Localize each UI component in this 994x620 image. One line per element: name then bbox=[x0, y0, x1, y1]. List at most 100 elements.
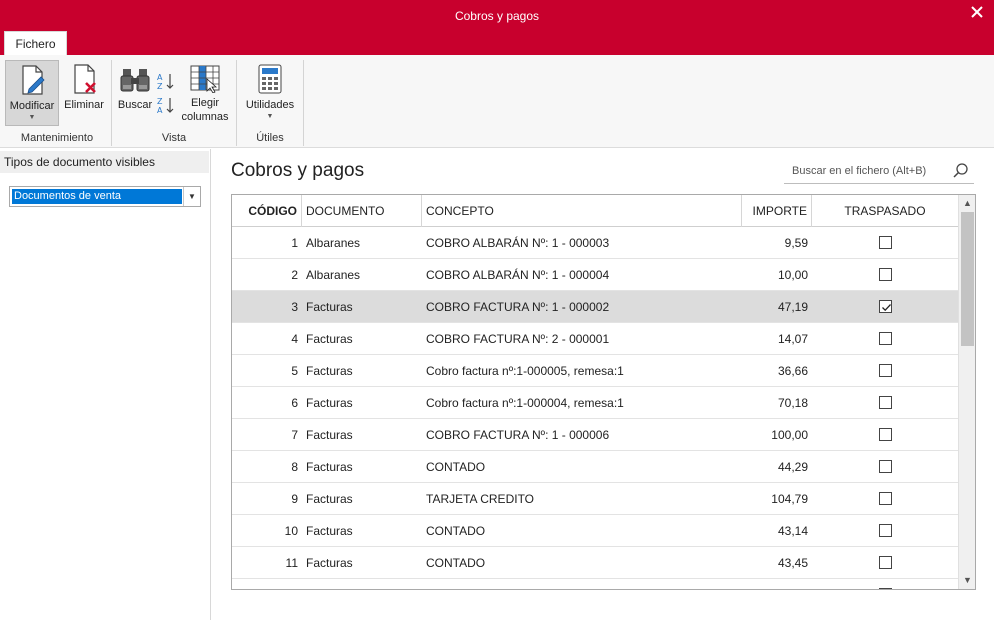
search-placeholder: Buscar en el fichero (Alt+B) bbox=[792, 165, 927, 177]
table-row[interactable]: 8 Facturas CONTADO 44,29 bbox=[232, 451, 958, 483]
col-documento[interactable]: DOCUMENTO bbox=[302, 195, 422, 227]
delete-document-icon bbox=[74, 64, 96, 94]
cell-documento: Facturas bbox=[306, 492, 353, 506]
document-type-value: Documentos de venta bbox=[12, 189, 182, 204]
traspasado-checkbox[interactable] bbox=[879, 300, 892, 313]
table-row[interactable] bbox=[232, 579, 958, 589]
columns-icon bbox=[190, 65, 220, 94]
elegir-columnas-button[interactable]: Elegir columnas bbox=[179, 60, 231, 130]
utilidades-label: Utilidades bbox=[245, 99, 295, 111]
cell-concepto: COBRO ALBARÁN Nº: 1 - 000003 bbox=[426, 236, 610, 250]
eliminar-button[interactable]: Eliminar bbox=[62, 60, 106, 126]
document-type-select[interactable]: Documentos de venta ▼ bbox=[9, 186, 201, 207]
ribbon: Modificar ▼ Eliminar Mantenimiento Busca… bbox=[0, 55, 994, 148]
col-concepto[interactable]: CONCEPTO bbox=[422, 195, 742, 227]
cell-codigo: 6 bbox=[291, 396, 298, 410]
table-row[interactable]: 6 Facturas Cobro factura nº:1-000004, reme… bbox=[232, 387, 958, 419]
title-bar: Cobros y pagos bbox=[0, 0, 994, 31]
panel-header: Tipos de documento visibles bbox=[0, 151, 209, 173]
col-importe[interactable]: IMPORTE bbox=[742, 195, 812, 227]
col-codigo[interactable]: CÓDIGO bbox=[232, 195, 302, 227]
cell-importe: 44,29 bbox=[777, 460, 808, 474]
traspasado-checkbox[interactable] bbox=[879, 364, 892, 377]
cell-importe: 36,66 bbox=[777, 364, 808, 378]
search-icon[interactable] bbox=[952, 162, 970, 180]
utilidades-button[interactable]: Utilidades ▼ bbox=[241, 60, 299, 126]
cell-codigo: 9 bbox=[291, 492, 298, 506]
table-row[interactable]: 4 Facturas COBRO FACTURA Nº: 2 - 000001 14,… bbox=[232, 323, 958, 355]
cell-concepto: TARJETA CREDITO bbox=[426, 492, 535, 506]
traspasado-checkbox[interactable] bbox=[879, 460, 892, 473]
chevron-down-icon[interactable]: ▼ bbox=[183, 187, 200, 206]
traspasado-checkbox[interactable] bbox=[879, 332, 892, 345]
traspasado-checkbox[interactable] bbox=[879, 588, 892, 589]
cell-importe: 43,45 bbox=[777, 556, 808, 570]
columnas-label: columnas bbox=[181, 111, 229, 123]
table-row[interactable]: 5 Facturas Cobro factura nº:1-000005, reme… bbox=[232, 355, 958, 387]
cell-codigo: 5 bbox=[291, 364, 298, 378]
traspasado-checkbox[interactable] bbox=[879, 428, 892, 441]
scroll-up-icon[interactable]: ▲ bbox=[959, 195, 975, 212]
table-row[interactable]: 9 Facturas TARJETA CREDITO 104,79 bbox=[232, 483, 958, 515]
buscar-label: Buscar bbox=[117, 99, 153, 111]
cell-documento: Facturas bbox=[306, 332, 353, 346]
cell-importe: 14,07 bbox=[777, 332, 808, 346]
cell-documento: Albaranes bbox=[306, 236, 361, 250]
cell-importe: 70,18 bbox=[777, 396, 808, 410]
modificar-button[interactable]: Modificar ▼ bbox=[5, 60, 59, 126]
cell-codigo: 4 bbox=[291, 332, 298, 346]
cell-codigo: 2 bbox=[291, 268, 298, 282]
svg-text:A: A bbox=[157, 106, 163, 115]
ribbon-tabbar: Fichero bbox=[0, 31, 994, 55]
svg-text:Z: Z bbox=[157, 97, 163, 106]
edit-document-icon bbox=[22, 65, 45, 95]
chevron-down-icon: ▼ bbox=[28, 114, 36, 121]
cell-documento: Facturas bbox=[306, 460, 353, 474]
traspasado-checkbox[interactable] bbox=[879, 556, 892, 569]
table-row[interactable]: 3 Facturas COBRO FACTURA Nº: 1 - 000002 47,… bbox=[232, 291, 958, 323]
table-row[interactable]: 1 Albaranes COBRO ALBARÁN Nº: 1 - 000003 9,… bbox=[232, 227, 958, 259]
cell-documento: Facturas bbox=[306, 524, 353, 538]
window-title: Cobros y pagos bbox=[454, 9, 540, 23]
cell-concepto: CONTADO bbox=[426, 460, 486, 474]
traspasado-checkbox[interactable] bbox=[879, 268, 892, 281]
group-separator bbox=[303, 60, 304, 146]
cell-importe: 47,19 bbox=[777, 300, 808, 314]
search-input[interactable]: Buscar en el fichero (Alt+B) bbox=[784, 157, 974, 184]
svg-text:Z: Z bbox=[157, 82, 163, 91]
vertical-scrollbar[interactable]: ▲ ▼ bbox=[958, 195, 975, 589]
sort-ascending-icon[interactable]: A Z bbox=[156, 71, 176, 91]
traspasado-checkbox[interactable] bbox=[879, 524, 892, 537]
traspasado-checkbox[interactable] bbox=[879, 492, 892, 505]
cell-importe: 100,00 bbox=[771, 428, 808, 442]
sort-descending-icon[interactable]: Z A bbox=[156, 95, 176, 115]
scroll-thumb[interactable] bbox=[961, 212, 974, 346]
left-panel: Tipos de documento visibles Documentos d… bbox=[0, 149, 211, 620]
svg-text:A: A bbox=[157, 73, 163, 82]
calculator-icon bbox=[258, 64, 282, 94]
cell-concepto: COBRO FACTURA Nº: 1 - 000006 bbox=[426, 428, 610, 442]
cell-documento: Facturas bbox=[306, 428, 353, 442]
cell-codigo: 1 bbox=[291, 236, 298, 250]
close-icon[interactable] bbox=[968, 3, 986, 21]
scroll-down-icon[interactable]: ▼ bbox=[959, 572, 975, 589]
cell-importe: 9,59 bbox=[784, 236, 808, 250]
cell-importe: 104,79 bbox=[771, 492, 808, 506]
col-traspasado[interactable]: TRASPASADO bbox=[812, 195, 958, 227]
table-row[interactable]: 10 Facturas CONTADO 43,14 bbox=[232, 515, 958, 547]
cell-concepto: COBRO FACTURA Nº: 1 - 000002 bbox=[426, 300, 610, 314]
cell-codigo: 11 bbox=[285, 556, 298, 570]
traspasado-checkbox[interactable] bbox=[879, 396, 892, 409]
cell-documento: Facturas bbox=[306, 300, 353, 314]
table-header: CÓDIGO DOCUMENTO CONCEPTO IMPORTE TRASPA… bbox=[232, 195, 958, 227]
checkmark-icon bbox=[882, 304, 891, 312]
buscar-button[interactable]: Buscar bbox=[116, 60, 154, 126]
cell-importe: 43,14 bbox=[777, 524, 808, 538]
table-row[interactable]: 11 Facturas CONTADO 43,45 bbox=[232, 547, 958, 579]
tab-fichero[interactable]: Fichero bbox=[4, 31, 67, 55]
table-row[interactable]: 7 Facturas COBRO FACTURA Nº: 1 - 000006 100… bbox=[232, 419, 958, 451]
chevron-down-icon: ▼ bbox=[266, 113, 274, 120]
cell-concepto: COBRO FACTURA Nº: 2 - 000001 bbox=[426, 332, 610, 346]
table-row[interactable]: 2 Albaranes COBRO ALBARÁN Nº: 1 - 000004 10… bbox=[232, 259, 958, 291]
traspasado-checkbox[interactable] bbox=[879, 236, 892, 249]
